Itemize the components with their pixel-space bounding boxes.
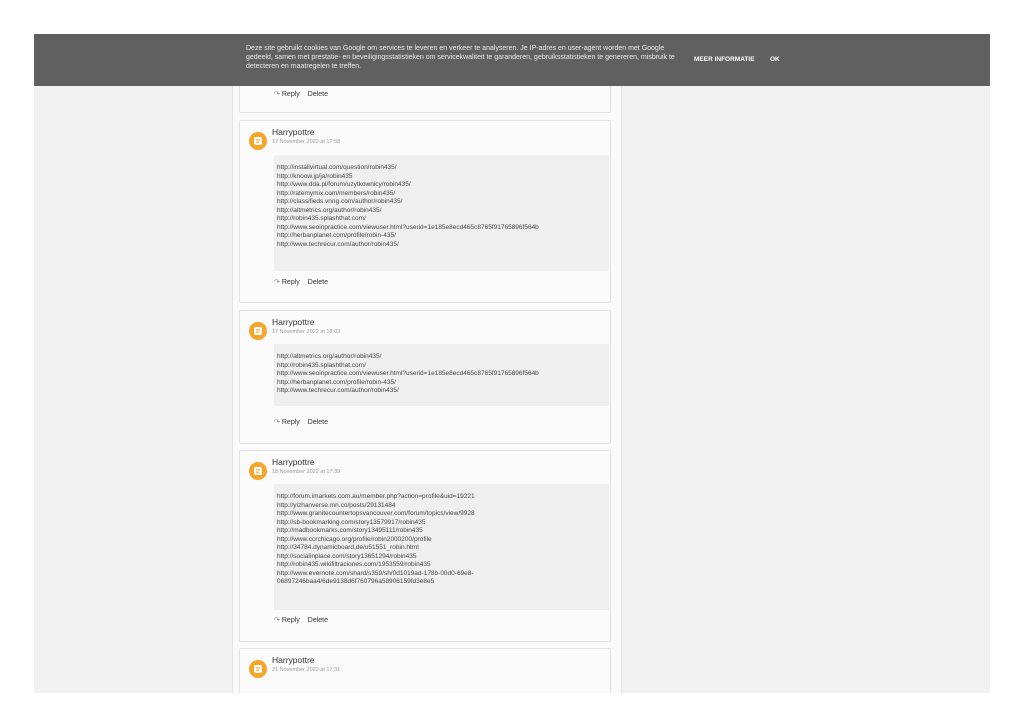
reply-button[interactable]: Reply: [282, 279, 300, 286]
comments-column: ↷ Reply Delete Harrypottre 17 November 202…: [232, 34, 622, 693]
comment-link[interactable]: http://altmetrics.org/author/robin435/: [277, 207, 605, 216]
comment-date[interactable]: 17 November 2022 at 17:58: [272, 139, 340, 145]
comment-link[interactable]: http://herbanplanet.com/profile/robin-43…: [277, 232, 605, 241]
comment-actions: ↷ Reply Delete: [274, 278, 336, 286]
delete-button[interactable]: Delete: [308, 91, 328, 98]
comment-link[interactable]: http://robin435.splashthat.com/: [277, 215, 605, 224]
comment-body: http://installvirtual.com/question/robin…: [274, 155, 609, 271]
comment-link[interactable]: http://sb-bookmarking.com/story13579917/…: [277, 519, 605, 528]
delete-button[interactable]: Delete: [308, 279, 328, 286]
blogger-icon[interactable]: [249, 462, 267, 480]
comment-author[interactable]: Harrypottre: [272, 127, 315, 137]
comment-body: http://forum.imarkets.com.au/member.php?…: [274, 484, 609, 610]
comment-link[interactable]: http://www.granitecountertopsvancouver.c…: [277, 510, 605, 519]
comment-actions: ↷ Reply Delete: [274, 418, 336, 426]
comment: Harrypottre 21 November 2022 at 17:31: [239, 648, 611, 693]
comment-date[interactable]: 21 November 2022 at 17:31: [272, 667, 340, 673]
comment-link[interactable]: http://www.techrecur.com/author/robin435…: [277, 387, 605, 396]
reply-arrow-icon: ↷: [274, 279, 280, 286]
comment-link[interactable]: http://www.seoinpractice.com/viewuser.ht…: [277, 224, 605, 233]
comment-link[interactable]: http://www.ccrchicago.org/profile/robin2…: [277, 536, 605, 545]
comment-link[interactable]: http://ratemymix.com/members/robin435/: [277, 190, 605, 199]
comment-body: http://altmetrics.org/author/robin435/ h…: [274, 344, 609, 406]
comment-link[interactable]: http://robin435.splashthat.com/: [277, 362, 605, 371]
comment-author[interactable]: Harrypottre: [272, 457, 315, 467]
comment-author[interactable]: Harrypottre: [272, 655, 315, 665]
comment-link[interactable]: http://altmetrics.org/author/robin435/: [277, 353, 605, 362]
ok-button[interactable]: OK: [770, 56, 780, 63]
comment-date[interactable]: 18 November 2022 at 17:39: [272, 469, 340, 475]
reply-arrow-icon: ↷: [274, 617, 280, 624]
comment-link[interactable]: http://socialinplace.com/story13651294/r…: [277, 553, 605, 562]
blogger-icon[interactable]: [249, 322, 267, 340]
comment: Harrypottre 18 November 2022 at 17:39 ht…: [239, 450, 611, 642]
delete-button[interactable]: Delete: [308, 419, 328, 426]
reply-button[interactable]: Reply: [282, 617, 300, 624]
comment-link[interactable]: http://www.seoinpractice.com/viewuser.ht…: [277, 370, 605, 379]
page-viewport: ↷ Reply Delete Harrypottre 17 November 202…: [34, 34, 990, 693]
comment-actions: ↷ Reply Delete: [274, 616, 336, 624]
comment-link[interactable]: http://madbookmarks.com/story13495111/ro…: [277, 527, 605, 536]
comment-actions: ↷ Reply Delete: [274, 90, 336, 98]
comment-link[interactable]: http://www.dda.pl/forum/uzytkownicy/robi…: [277, 181, 605, 190]
comment-link[interactable]: http://www.techrecur.com/author/robin435…: [277, 241, 605, 250]
reply-button[interactable]: Reply: [282, 91, 300, 98]
cookie-notice-text: Deze site gebruikt cookies van Google om…: [246, 45, 675, 70]
comment-link[interactable]: 06897246baa4/6de9138d6f760796a58906159fd…: [277, 578, 605, 587]
comment: Harrypottre 17 November 2022 at 18:03 ht…: [239, 310, 611, 444]
comment-link[interactable]: http://classifieds.vnng.com/author/robin…: [277, 198, 605, 207]
reply-button[interactable]: Reply: [282, 419, 300, 426]
comment-link[interactable]: http://robin435.wikifiltraciones.com/195…: [277, 561, 605, 570]
blogger-icon[interactable]: [249, 660, 267, 678]
comment-link[interactable]: http://forum.imarkets.com.au/member.php?…: [277, 493, 605, 502]
comment-link[interactable]: http://www.evernote.com/shard/s359/sh/0d…: [277, 570, 605, 579]
delete-button[interactable]: Delete: [308, 617, 328, 624]
cookie-consent-bar: Deze site gebruikt cookies van Google om…: [34, 34, 990, 86]
comment-link[interactable]: http://yizhanverse.mn.co/posts/29131484: [277, 502, 605, 511]
comment-link[interactable]: http://herbanplanet.com/profile/robin-43…: [277, 379, 605, 388]
comment-author[interactable]: Harrypottre: [272, 317, 315, 327]
comment-date[interactable]: 17 November 2022 at 18:03: [272, 329, 340, 335]
reply-arrow-icon: ↷: [274, 91, 280, 98]
comment-link[interactable]: http://installvirtual.com/question/robin…: [277, 164, 605, 173]
blogger-icon[interactable]: [249, 132, 267, 150]
comment: Harrypottre 17 November 2022 at 17:58 ht…: [239, 120, 611, 303]
comment-link[interactable]: http://knoow.jp/ja/robin435: [277, 173, 605, 182]
more-info-link[interactable]: MEER INFORMATIE: [694, 56, 755, 63]
reply-arrow-icon: ↷: [274, 419, 280, 426]
comment-link[interactable]: http://34784.dynamicboard.de/u51551_robi…: [277, 544, 605, 553]
